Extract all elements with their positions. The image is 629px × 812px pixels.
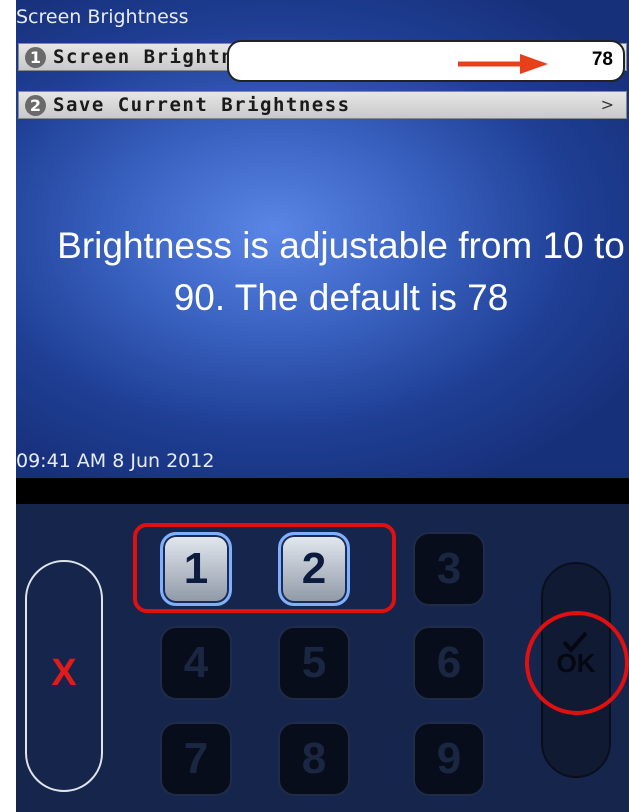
key-7[interactable]: 7 xyxy=(160,722,232,796)
highlight-ok-button xyxy=(525,611,629,715)
highlight-keys-1-2 xyxy=(133,523,396,613)
right-arrow-icon xyxy=(458,54,548,74)
key-4[interactable]: 4 xyxy=(160,626,232,700)
key-8[interactable]: 8 xyxy=(278,722,350,796)
cancel-button[interactable]: X xyxy=(25,560,103,792)
datetime-label: 09:41 AM 8 Jun 2012 xyxy=(16,450,215,472)
divider-bar xyxy=(16,478,629,504)
x-icon: X xyxy=(51,652,77,694)
key-9[interactable]: 9 xyxy=(413,722,485,796)
key-3[interactable]: 3 xyxy=(413,532,485,606)
menu-number-badge: 1 xyxy=(25,47,46,68)
menu-item-save-current-brightness[interactable]: 2 Save Current Brightness > xyxy=(18,91,627,119)
chevron-right-icon: > xyxy=(600,95,614,114)
brightness-value: 78 xyxy=(591,49,613,70)
menu-number-badge: 2 xyxy=(25,95,46,116)
menu-item-label: Save Current Brightness xyxy=(53,94,351,116)
key-6[interactable]: 6 xyxy=(413,626,485,700)
brightness-value-field[interactable]: 78 xyxy=(227,40,625,82)
screen-title: Screen Brightness xyxy=(16,6,189,28)
key-5[interactable]: 5 xyxy=(278,626,350,700)
brightness-info-text: Brightness is adjustable from 10 to 90. … xyxy=(57,225,625,318)
